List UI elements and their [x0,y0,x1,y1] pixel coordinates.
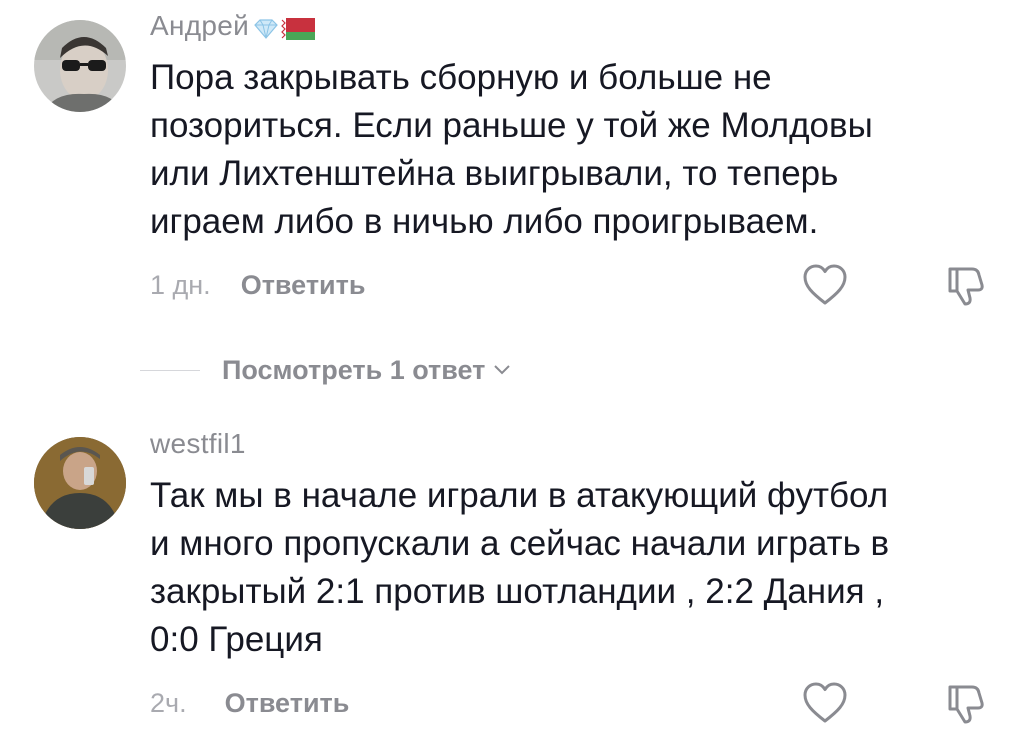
view-replies-button[interactable]: Посмотреть 1 ответ [140,350,511,390]
timestamp: 2ч. [150,687,187,718]
avatar[interactable] [34,437,126,529]
belarus-flag-icon [281,17,316,40]
username-text: Андрей [150,10,250,41]
heart-icon [803,682,847,723]
comment-text: Так мы в начале играли в атакующий футбо… [150,476,890,659]
username[interactable]: westfil1 [150,428,246,460]
dislike-icon [948,267,984,306]
comment-meta: 1 дн. Ответить [150,265,365,305]
reply-button[interactable]: Ответить [241,270,366,301]
heart-icon [803,264,847,305]
user-badges [253,12,316,44]
reply-button[interactable]: Ответить [225,688,350,719]
diamond-icon [254,19,278,39]
chevron-down-icon [494,365,511,375]
like-button[interactable] [802,681,848,730]
timestamp: 1 дн. [150,269,211,300]
dislike-button[interactable] [942,681,988,732]
avatar[interactable] [34,20,126,112]
comment-text: Пора закрывать сборную и больше не позор… [150,58,873,241]
comment-meta: 2ч. Ответить [150,683,349,723]
dislike-button[interactable] [942,263,988,314]
view-replies-label: Посмотреть 1 ответ [222,354,486,385]
dislike-icon [948,685,984,724]
username-text: westfil1 [150,428,246,459]
like-button[interactable] [802,263,848,312]
divider-line [140,369,200,371]
username[interactable]: Андрей [150,10,316,44]
